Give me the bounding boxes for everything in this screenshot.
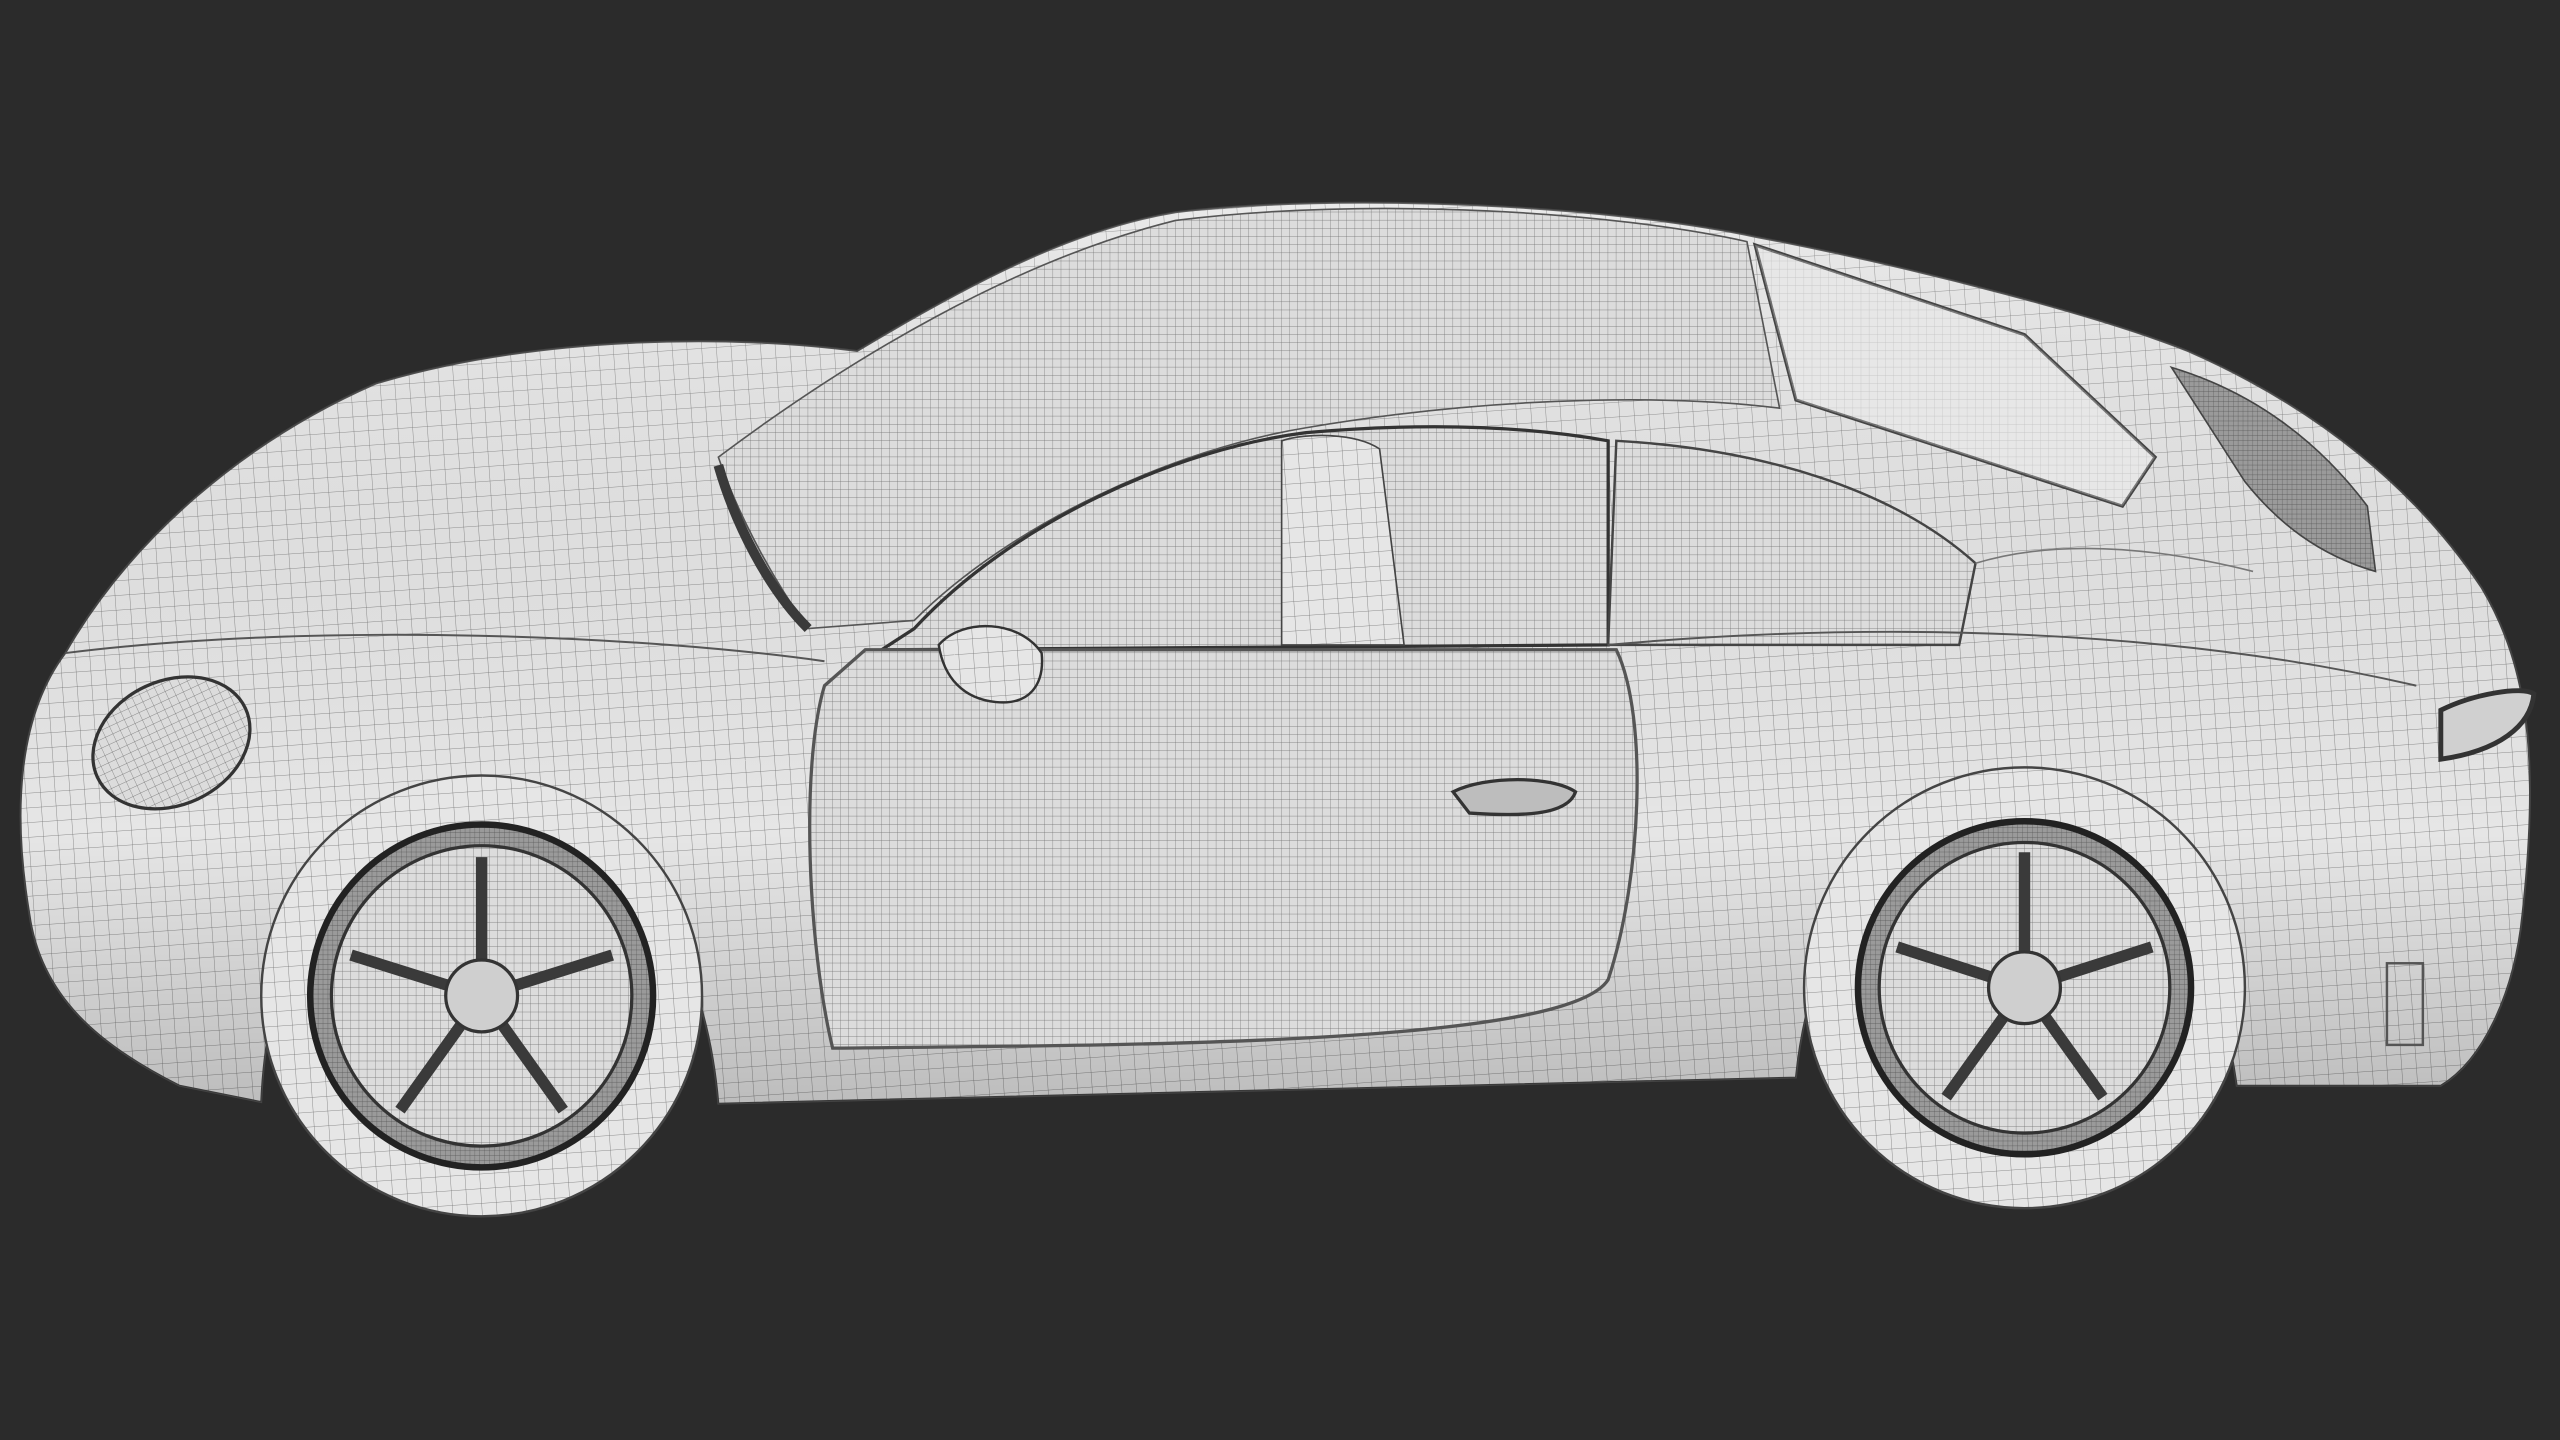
door-panel	[808, 648, 1639, 1050]
front-wheel	[260, 774, 704, 1218]
rear-wheel	[1802, 766, 2247, 1210]
door-handle[interactable]	[1450, 777, 1578, 817]
viewport-3d[interactable]	[0, 0, 2560, 1440]
